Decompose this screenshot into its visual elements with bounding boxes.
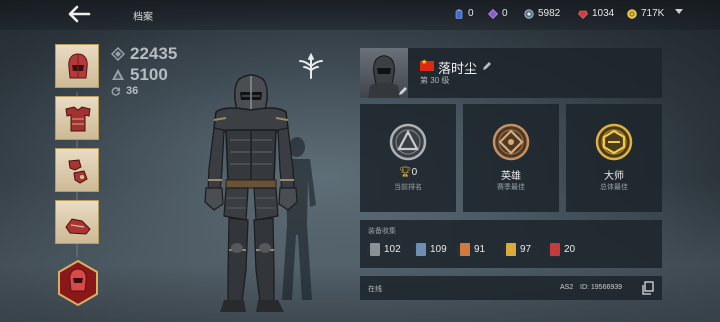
orb-icon — [524, 8, 534, 19]
collection-title: 装备收集 — [368, 228, 396, 235]
season-best-value: 英雄 — [501, 171, 521, 182]
copy-icon[interactable] — [641, 281, 655, 295]
collection-mythic: 20 — [547, 243, 575, 257]
battery-icon — [455, 9, 463, 19]
set-selector-button[interactable] — [56, 259, 100, 307]
refresh-icon — [111, 87, 121, 96]
power-value: 22435 — [130, 44, 178, 63]
season-best-label: 赛季最佳 — [497, 184, 525, 191]
helmet-icon — [68, 53, 88, 79]
card-red-icon — [547, 243, 560, 257]
triangle-stat-icon — [112, 69, 124, 80]
edit-avatar-icon[interactable] — [398, 86, 408, 96]
avatar[interactable] — [360, 48, 408, 98]
power-icon — [111, 47, 125, 61]
server-label: AS2 — [560, 284, 574, 291]
overall-best-label: 总体最佳 — [600, 184, 628, 191]
current-rank-value: 🏆︎0 — [398, 167, 418, 178]
current-rank-card[interactable]: 🏆︎0 当前排名 — [360, 104, 456, 212]
collection-rare: 109 — [413, 243, 447, 257]
card-blue-icon — [413, 243, 426, 257]
current-rank-label: 当前排名 — [394, 184, 422, 191]
rubies-value: 1034 — [592, 8, 615, 19]
top-bar: 档案 0 0 5982 1034 717K — [0, 0, 720, 30]
energy-value: 0 — [468, 8, 474, 19]
orbs-value: 5982 — [538, 8, 561, 19]
armor-value: 5100 — [130, 65, 168, 84]
card-orange-icon — [457, 243, 470, 257]
resource-gems[interactable]: 0 — [488, 8, 508, 19]
power-stat: 22435 — [111, 44, 177, 64]
slot-helmet[interactable] — [55, 44, 99, 88]
profile-panel: 落时尘 第 30 级 — [360, 48, 662, 98]
armor-stat: 5100 — [111, 65, 168, 85]
equipment-collection-panel[interactable]: 装备收集 102 109 91 97 20 — [360, 220, 662, 268]
gold-rank-emblem — [595, 123, 633, 161]
gem-icon — [488, 8, 498, 19]
player-id: ID: 19566939 — [580, 284, 623, 291]
resource-rubies[interactable]: 1034 — [578, 8, 614, 19]
edit-name-icon[interactable] — [482, 61, 492, 71]
level-value: 36 — [126, 85, 139, 97]
slot-gloves[interactable] — [55, 148, 99, 192]
page-title: 档案 — [133, 12, 153, 23]
back-button[interactable] — [66, 3, 92, 25]
silver-rank-emblem — [389, 123, 427, 161]
level-stat: 36 — [111, 85, 138, 97]
slot-armor[interactable] — [55, 96, 99, 140]
resource-orbs[interactable]: 5982 — [524, 8, 560, 19]
bronze-rank-emblem — [492, 123, 530, 161]
card-gray-icon — [367, 243, 380, 257]
china-flag-icon — [420, 58, 434, 71]
overall-best-value: 大师 — [604, 171, 624, 182]
card-gold-icon — [503, 243, 516, 257]
helmet-set-icon — [58, 259, 98, 307]
coin-icon — [627, 8, 637, 19]
overall-best-card[interactable]: 大师 总体最佳 — [566, 104, 662, 212]
resources-dropdown-icon[interactable] — [675, 9, 683, 14]
boots-icon — [65, 218, 91, 235]
account-footer: 在线 AS2 ID: 19566939 — [360, 276, 662, 300]
season-best-card[interactable]: 英雄 赛季最佳 — [463, 104, 559, 212]
gold-value: 717K — [641, 8, 665, 19]
player-level: 第 30 级 — [420, 76, 450, 85]
gloves-icon — [68, 159, 88, 184]
online-status: 在线 — [368, 286, 382, 293]
trophy-icon: 🏆︎ — [398, 167, 412, 178]
ruby-icon — [578, 10, 588, 19]
collection-epic: 91 — [457, 243, 485, 257]
gems-value: 0 — [502, 8, 508, 19]
slot-boots[interactable] — [55, 200, 99, 244]
back-arrow-icon — [68, 5, 91, 23]
collection-common: 102 — [367, 243, 401, 257]
resource-gold[interactable]: 717K — [627, 8, 664, 19]
collection-legendary: 97 — [503, 243, 531, 257]
resource-energy[interactable]: 0 — [454, 8, 474, 19]
armor-icon — [65, 106, 91, 132]
player-character-model[interactable] — [196, 70, 306, 320]
